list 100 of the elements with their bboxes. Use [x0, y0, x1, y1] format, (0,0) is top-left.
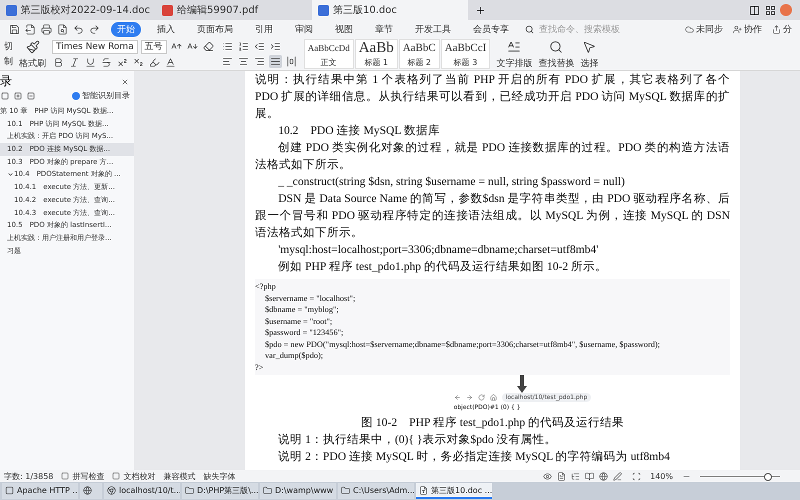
taskbar-label: localhost/10/t...	[119, 486, 180, 494]
style-preset[interactable]: AaBbCcDd 正文	[304, 39, 354, 69]
style-preset[interactable]: AaBbCcI 标题 3	[440, 39, 490, 69]
slider-thumb[interactable]	[764, 472, 772, 480]
checkbox-icon	[61, 472, 70, 480]
search-icon	[525, 24, 534, 34]
menu-tab[interactable]: 开发工具	[409, 22, 457, 36]
menu-tab[interactable]: 会员专享	[467, 22, 515, 36]
print-icon[interactable]	[40, 22, 53, 36]
body-paragraph: 'mysql:host=localhost;port=3306;dbname=dbname;charset=utf8mb4'	[277, 242, 600, 258]
font-size-select[interactable]: 五号	[140, 40, 167, 54]
taskbar-button[interactable]	[80, 483, 102, 499]
align-icon[interactable]	[284, 55, 298, 68]
align-icon[interactable]	[236, 55, 250, 68]
pen-icon[interactable]	[612, 470, 624, 482]
eye-icon[interactable]	[542, 470, 554, 482]
zoom-level[interactable]: 140%	[650, 472, 673, 480]
align-icon[interactable]	[220, 55, 234, 68]
clear-format-icon[interactable]	[202, 40, 215, 53]
browser-icon	[107, 486, 116, 494]
document-tab[interactable]: 第三版校对2022-09-14.doc	[0, 0, 156, 20]
outline-view-icon[interactable]	[570, 470, 582, 482]
search-field[interactable]: 查找命令、搜索模板	[537, 23, 651, 35]
font-color-icon[interactable]	[164, 56, 177, 68]
preview-icon[interactable]	[56, 22, 69, 36]
forward-icon	[466, 394, 473, 401]
smart-toc-button[interactable]: 智能识别目录	[72, 90, 130, 101]
section-heading: 10.2 PDO 连接 MySQL 数据库	[277, 123, 441, 139]
format-painter-icon[interactable]	[24, 38, 40, 54]
ribbon-tool-label[interactable]: 选择	[580, 56, 598, 70]
redo-icon[interactable]	[88, 22, 101, 36]
taskbar-button[interactable]: D:\wamp\www	[260, 483, 336, 499]
menu-tab[interactable]: 开始	[111, 22, 141, 36]
taskbar-button[interactable]: Apache HTTP ...	[2, 483, 78, 499]
folder-icon	[263, 486, 272, 494]
style-preset[interactable]: AaBbC 标题 2	[398, 39, 440, 69]
page-view-icon[interactable]	[556, 470, 568, 482]
reload-icon	[478, 394, 485, 401]
document-tab[interactable]: 给编辑59907.pdf	[156, 0, 312, 20]
caret-icon[interactable]	[7, 171, 14, 178]
copy-label[interactable]: 制	[4, 55, 13, 68]
menu-tab[interactable]: 引用	[249, 22, 279, 36]
document-tab[interactable]: 第三版10.doc	[312, 0, 468, 20]
save-icon[interactable]	[8, 22, 21, 36]
highlighter-icon[interactable]	[148, 56, 161, 68]
body-paragraph: 说明：执行结果中第 1 个表格列了当前 PHP 开启的所有 PDO 扩展，其它表格列了各个 PDO 扩展的详细信息。从执行结果可以看到，已经成功开启 PDO 访问 MySQL 数据库的扩展。	[255, 72, 730, 122]
search-icon[interactable]	[548, 38, 564, 54]
format-painter-label[interactable]: 格式刷	[19, 56, 46, 70]
outdent-icon[interactable]	[252, 40, 266, 53]
indent-icon[interactable]	[268, 40, 282, 53]
toolbar-action[interactable]: 分	[772, 22, 792, 36]
reading-view-icon[interactable]	[584, 470, 596, 482]
home-icon	[490, 394, 497, 401]
down-arrow-icon	[517, 375, 528, 393]
back-icon	[454, 394, 461, 401]
cloud-icon	[685, 24, 694, 34]
font-select[interactable]: Times New Roma	[52, 40, 138, 54]
figure-caption: 图 10-2 PHP 程序 test_pdo1.php 的代码及运行结果	[360, 415, 626, 431]
menu-tab[interactable]: 视图	[329, 22, 359, 36]
spell-check-button[interactable]: 拼写检查	[72, 470, 104, 482]
missing-font-button[interactable]: 缺失字体	[203, 470, 236, 482]
expand-icon[interactable]	[13, 90, 23, 100]
toolbar-action[interactable]: 协作	[733, 22, 762, 36]
apps-grid-icon[interactable]	[764, 4, 777, 16]
folder-icon	[185, 486, 194, 494]
italic-icon[interactable]	[68, 56, 81, 68]
taskbar-button[interactable]: localhost/10/t...	[104, 483, 180, 499]
numbered-list-icon[interactable]	[236, 40, 250, 53]
align-icon[interactable]	[268, 55, 282, 68]
cut-label[interactable]: 切	[4, 40, 13, 53]
ribbon-tool-label[interactable]: 查找替换	[538, 56, 574, 70]
undo-icon[interactable]	[72, 22, 85, 36]
underline-icon[interactable]	[84, 56, 97, 68]
file-icon	[318, 4, 329, 16]
taskbar-label: Apache HTTP ...	[17, 486, 78, 494]
strikethrough-icon[interactable]	[100, 56, 113, 68]
taskbar-button[interactable]: C:\Users\Adm...	[338, 483, 414, 499]
taskbar-button[interactable]: D:\PHP第三版\...	[182, 483, 258, 499]
ribbon-tool-label[interactable]: 文字排版	[496, 56, 532, 70]
window-layout-icon[interactable]	[748, 4, 761, 16]
menu-tab[interactable]: 章节	[369, 22, 399, 36]
align-icon[interactable]	[252, 55, 266, 68]
style-preset[interactable]: AaBb 标题 1	[354, 39, 398, 69]
fit-page-icon[interactable]	[631, 470, 642, 482]
export-icon[interactable]	[24, 22, 37, 36]
toolbar-action[interactable]: 未同步	[685, 22, 723, 36]
menu-tab[interactable]: 页面布局	[191, 22, 239, 36]
menu-tab[interactable]: 审阅	[289, 22, 319, 36]
folder-icon	[341, 486, 350, 494]
menu-tab[interactable]: 插入	[151, 22, 181, 36]
word-count[interactable]: 字数: 1/3858	[4, 470, 54, 482]
web-view-icon[interactable]	[598, 470, 610, 482]
taskbar-button[interactable]: 第三版10.doc ...	[416, 483, 492, 499]
app-icon	[419, 486, 428, 494]
note-paragraph: 说明 2：PDO 连接 MySQL 时，务必指定连接 MySQL 的字符编码为 utf8mb4	[277, 449, 671, 465]
note-paragraph: 说明 1：执行结果中，(0){ }表示对象$pdo 没有属性。	[277, 432, 558, 448]
body-paragraph: _ _construct(string $dsn, string $username = null, string $password = null)	[277, 174, 626, 190]
collapse-icon[interactable]	[26, 90, 36, 100]
taskbar-label: 第三版10.doc ...	[431, 484, 492, 496]
proofread-button[interactable]: 文档校对	[123, 470, 156, 482]
